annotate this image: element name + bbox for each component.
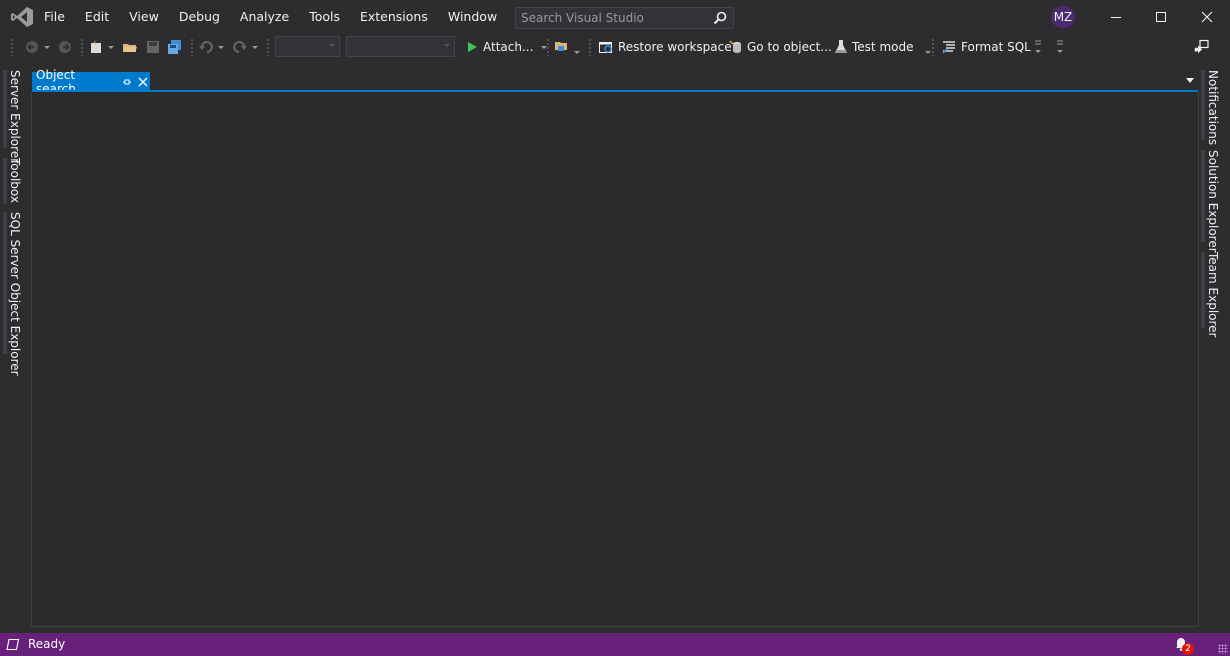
- find-in-files-button[interactable]: [554, 34, 580, 60]
- undo-dropdown-icon: [218, 45, 224, 49]
- restore-workspace-icon: [599, 42, 612, 53]
- side-tab-server-explorer[interactable]: Server Explorer: [3, 70, 23, 163]
- search-icon[interactable]: [712, 10, 728, 26]
- toolbar-grip[interactable]: [190, 38, 194, 56]
- redo-button[interactable]: [232, 34, 258, 60]
- toolbar-grip[interactable]: [266, 38, 270, 56]
- new-project-icon: [91, 40, 101, 53]
- side-tab-solution-explorer[interactable]: Solution Explorer: [1201, 150, 1221, 253]
- menu-view[interactable]: View: [119, 0, 169, 34]
- undo-button[interactable]: [198, 34, 224, 60]
- maximize-icon: [1156, 12, 1166, 22]
- resize-grip[interactable]: [1218, 644, 1228, 654]
- side-tab-toolbox[interactable]: Toolbox: [3, 158, 23, 204]
- close-icon: [1201, 11, 1213, 23]
- back-dropdown-icon: [44, 45, 50, 49]
- save-button[interactable]: [145, 34, 161, 60]
- test-mode-label: Test mode: [852, 40, 914, 54]
- pin-icon[interactable]: [120, 75, 134, 89]
- window-close-button[interactable]: [1184, 0, 1230, 34]
- live-share-button[interactable]: [1194, 34, 1210, 60]
- toolbar-overflow-button[interactable]: [1055, 34, 1065, 60]
- find-dropdown-icon: [574, 50, 580, 54]
- menu-file[interactable]: File: [34, 0, 75, 34]
- new-project-button[interactable]: [88, 34, 114, 60]
- tab-object-search[interactable]: Object search: [32, 68, 150, 96]
- minimize-icon: [1111, 17, 1121, 18]
- open-button[interactable]: [122, 34, 138, 60]
- status-ready-icon: [6, 638, 20, 651]
- menu-tools[interactable]: Tools: [299, 0, 350, 34]
- menu-edit[interactable]: Edit: [75, 0, 119, 34]
- chevron-down-icon: [444, 44, 450, 47]
- go-to-object-button[interactable]: Go to object...: [728, 34, 832, 60]
- maximize-button[interactable]: [1138, 0, 1184, 34]
- back-icon: [26, 41, 38, 53]
- database-icon: [729, 40, 741, 53]
- toolbar-grip[interactable]: [546, 38, 550, 56]
- attach-label: Attach...: [483, 40, 534, 54]
- flask-icon: [835, 40, 847, 53]
- toolbar-grip[interactable]: [10, 38, 14, 56]
- menu-analyze[interactable]: Analyze: [230, 0, 299, 34]
- toolbar: Attach... Restore workspace Go to object…: [0, 34, 1230, 60]
- document-list-dropdown-icon[interactable]: [1186, 78, 1194, 83]
- live-share-icon: [1194, 39, 1209, 54]
- object-search-pane[interactable]: [31, 92, 1199, 627]
- title-bar: File Edit View Debug Analyze Tools Exten…: [0, 0, 1230, 34]
- solution-platform-select[interactable]: [346, 36, 455, 57]
- side-tab-team-explorer[interactable]: Team Explorer: [1201, 252, 1221, 338]
- save-all-icon: [168, 40, 181, 54]
- back-button[interactable]: [24, 34, 50, 60]
- menu-extensions[interactable]: Extensions: [350, 0, 438, 34]
- save-all-button[interactable]: [167, 34, 183, 60]
- forward-icon: [59, 41, 71, 53]
- toolbar-grip[interactable]: [80, 38, 84, 56]
- overflow-icon: [1057, 40, 1063, 53]
- new-dropdown-icon: [108, 45, 114, 49]
- toolbar-grip[interactable]: [588, 38, 592, 56]
- toolbar-overflow-button[interactable]: [1033, 34, 1043, 60]
- search-box: [515, 7, 734, 29]
- search-input[interactable]: [516, 8, 701, 28]
- tab-close-icon[interactable]: [136, 75, 150, 89]
- side-tab-sql-server-object-explorer[interactable]: SQL Server Object Explorer: [3, 212, 23, 376]
- undo-icon: [199, 41, 213, 53]
- toolbar-grip[interactable]: [931, 38, 935, 56]
- save-icon: [147, 41, 159, 53]
- find-folder-icon: [555, 42, 567, 51]
- menu-debug[interactable]: Debug: [169, 0, 230, 34]
- user-avatar[interactable]: MZ: [1051, 6, 1075, 28]
- attach-button[interactable]: Attach...: [465, 34, 548, 60]
- restore-workspace-button[interactable]: Restore workspace: [598, 34, 732, 60]
- solution-config-select[interactable]: [275, 36, 340, 57]
- restore-workspace-label: Restore workspace: [618, 40, 732, 54]
- vs-logo-icon[interactable]: [10, 6, 34, 28]
- play-icon: [468, 42, 477, 52]
- format-sql-button[interactable]: Format SQL: [941, 34, 1031, 60]
- overflow-icon: [1035, 40, 1041, 53]
- format-icon: [942, 41, 955, 54]
- test-mode-button[interactable]: Test mode: [833, 34, 932, 60]
- notification-count-badge[interactable]: 2: [1182, 643, 1194, 655]
- format-sql-label: Format SQL: [961, 40, 1031, 54]
- go-to-object-label: Go to object...: [747, 40, 832, 54]
- redo-icon: [233, 41, 247, 53]
- side-tab-notifications[interactable]: Notifications: [1201, 70, 1221, 145]
- menu-bar: File Edit View Debug Analyze Tools Exten…: [34, 0, 556, 34]
- minimize-button[interactable]: [1093, 0, 1139, 34]
- forward-button[interactable]: [57, 34, 73, 60]
- redo-dropdown-icon: [252, 45, 258, 49]
- chevron-down-icon: [329, 44, 335, 47]
- status-text: Ready: [28, 637, 66, 651]
- status-bar: Ready 2: [0, 633, 1230, 656]
- menu-window[interactable]: Window: [438, 0, 507, 34]
- open-folder-icon: [123, 44, 137, 52]
